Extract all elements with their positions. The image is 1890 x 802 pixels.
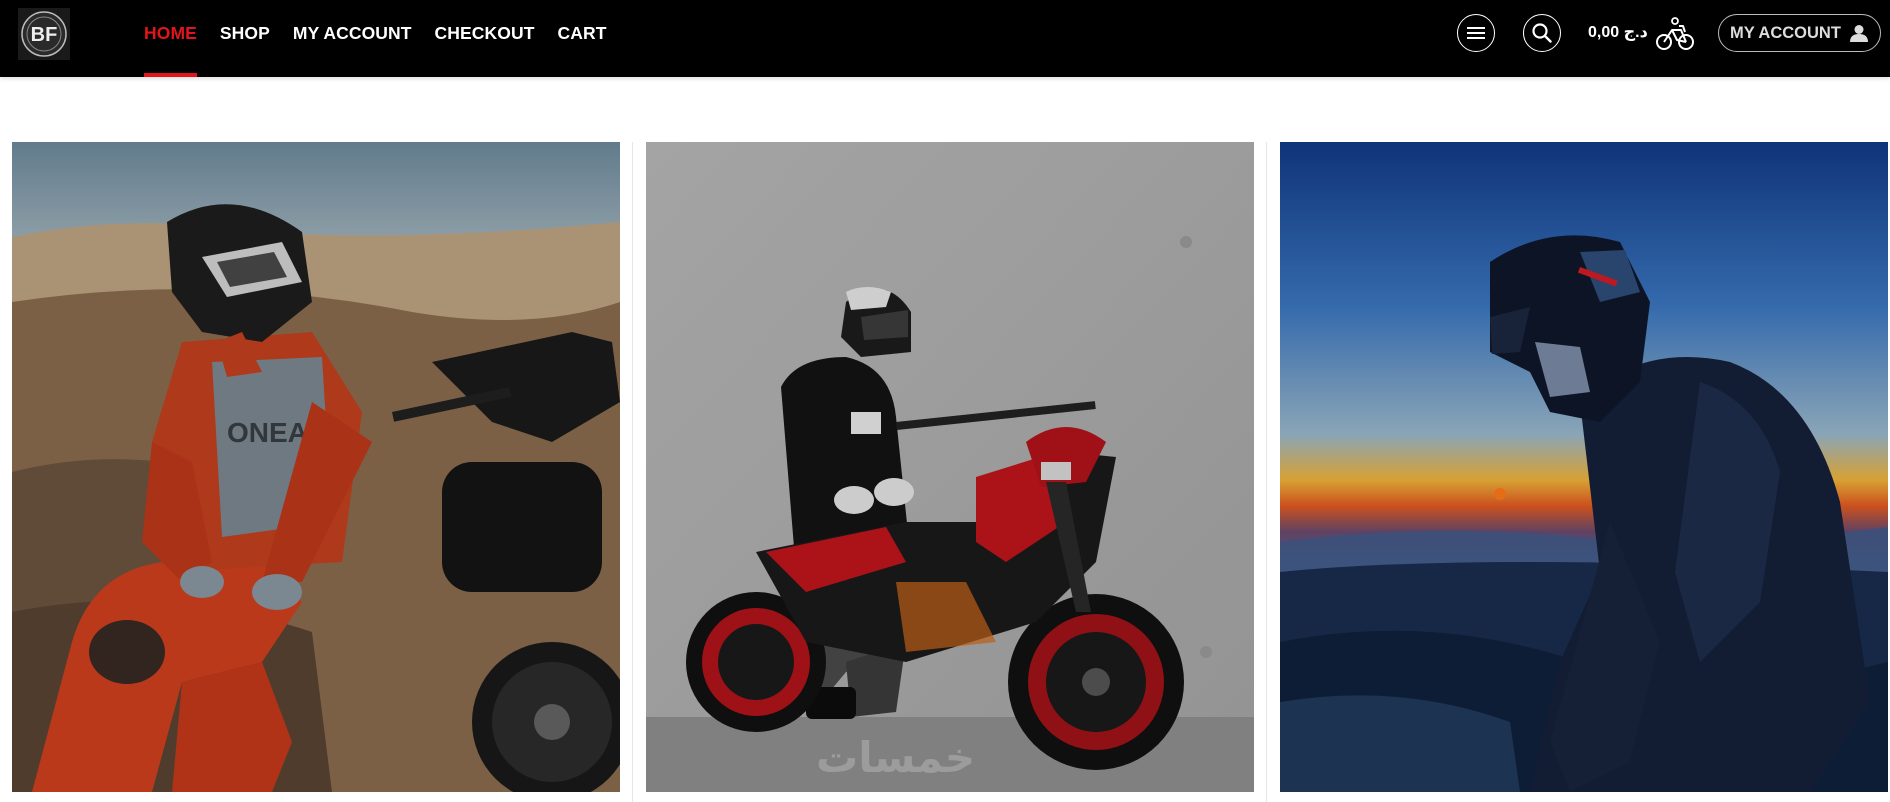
- photo-rider-sunset: [1280, 142, 1888, 792]
- nav-checkout[interactable]: CHECKOUT: [435, 0, 535, 77]
- column-divider: [1266, 142, 1267, 802]
- account-label: MY ACCOUNT: [1730, 23, 1841, 42]
- site-logo[interactable]: BF: [18, 8, 70, 60]
- search-button[interactable]: [1523, 14, 1561, 52]
- gallery-image-1[interactable]: ONEAL: [12, 142, 620, 792]
- hamburger-icon: [1467, 27, 1485, 39]
- cart-total[interactable]: 0,00 د.ج: [1588, 22, 1648, 42]
- menu-button[interactable]: [1457, 14, 1495, 52]
- gallery-image-3[interactable]: [1280, 142, 1888, 792]
- bike-cart-icon[interactable]: [1655, 16, 1695, 52]
- main-nav: HOME SHOP MY ACCOUNT CHECKOUT CART: [144, 0, 630, 77]
- account-button[interactable]: MY ACCOUNT: [1718, 14, 1881, 52]
- nav-home[interactable]: HOME: [144, 0, 197, 77]
- site-header: BF HOME SHOP MY ACCOUNT CHECKOUT CART 0,…: [0, 0, 1890, 77]
- gallery-image-2[interactable]: خمسات: [646, 142, 1254, 792]
- column-divider: [632, 142, 633, 802]
- search-icon: [1532, 23, 1552, 43]
- nav-shop[interactable]: SHOP: [220, 0, 270, 77]
- photo-rider-ktm: خمسات: [646, 142, 1254, 792]
- user-icon: [1850, 25, 1868, 42]
- nav-cart[interactable]: CART: [558, 0, 607, 77]
- logo-text: BF: [31, 24, 58, 46]
- nav-my-account[interactable]: MY ACCOUNT: [293, 0, 412, 77]
- photo-rider-desert: ONEAL: [12, 142, 620, 792]
